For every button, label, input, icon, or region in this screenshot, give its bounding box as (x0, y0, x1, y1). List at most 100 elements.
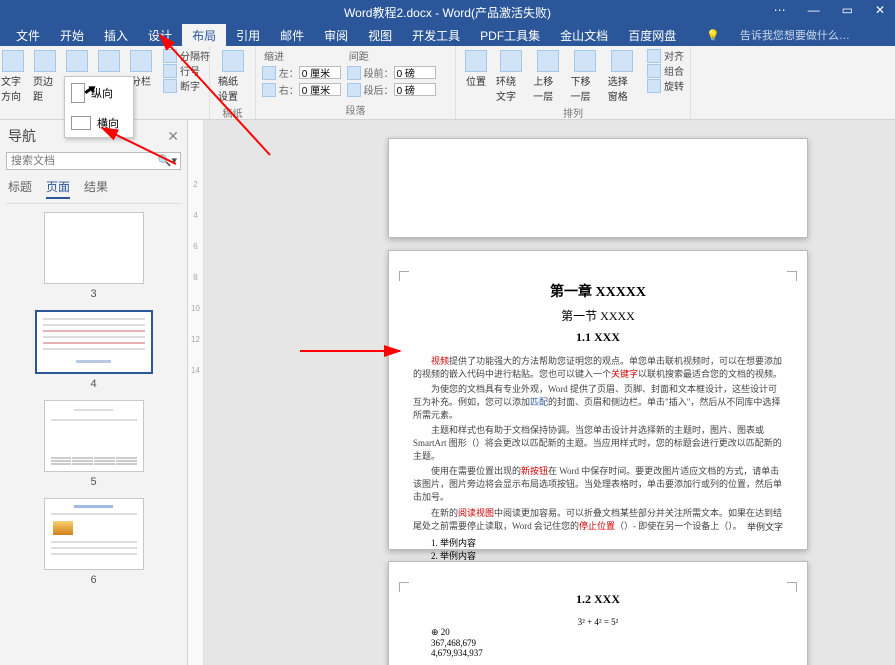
nav-pane-title: 导航 (8, 126, 36, 146)
group-paragraph: 缩进 左： 右： 间距 段前： 段后： 段落 (256, 46, 456, 119)
margins-icon (34, 50, 56, 72)
text-direction-icon (2, 50, 24, 72)
tab-view[interactable]: 视图 (358, 24, 402, 47)
hyphenation-icon (163, 79, 177, 93)
document-area[interactable]: 2 4 6 8 10 12 14 第一章 XXXXX 第一节 XXXX 1.1 … (188, 120, 895, 665)
tell-me-icon: 💡 (706, 29, 720, 42)
line-numbers-icon (163, 64, 177, 78)
nav-tabs: 标题 页面 结果 (6, 176, 181, 204)
nav-tab-pages[interactable]: 页面 (46, 178, 70, 199)
page-4[interactable]: 第一章 XXXXX 第一节 XXXX 1.1 XXX 视频提供了功能强大的方法帮… (388, 250, 808, 550)
tab-design[interactable]: 设计 (138, 24, 182, 47)
tab-pdf[interactable]: PDF工具集 (470, 24, 550, 47)
rotate-button[interactable]: 旋转 (647, 78, 684, 93)
orientation-landscape[interactable]: 横向 (65, 109, 133, 137)
space-after-icon (347, 83, 361, 97)
selection-pane-button[interactable]: 选择窗格 (606, 48, 639, 105)
line-numbers-button[interactable]: 行号 (163, 63, 210, 78)
indent-left-icon (262, 66, 276, 80)
position-icon (465, 50, 487, 72)
crop-mark-icon (787, 582, 797, 592)
breaks-button[interactable]: 分隔符 (163, 48, 210, 63)
tab-file[interactable]: 文件 (6, 24, 50, 47)
vertical-ruler[interactable]: 2 4 6 8 10 12 14 (188, 120, 204, 665)
doc-paragraph: 为使您的文档具有专业外观，Word 提供了页眉、页脚、封面和文本框设计，这些设计… (413, 383, 783, 422)
menu-bar: 文件 开始 插入 设计 布局 引用 邮件 审阅 视图 开发工具 PDF工具集 金… (0, 24, 895, 46)
hyphenation-button[interactable]: 断字 (163, 78, 210, 93)
title-bar: Word教程2.docx - Word(产品激活失败) ⋯ — ▭ ✕ (0, 0, 895, 24)
tab-home[interactable]: 开始 (50, 24, 94, 47)
spacing-label: 间距 (347, 48, 436, 63)
tab-layout[interactable]: 布局 (182, 24, 226, 47)
ribbon: 文字方向 页边距 纸张方向 纸张大小 分栏 分隔符 行号 断字 页面设置 稿纸设… (0, 46, 895, 120)
search-icon[interactable]: 🔍▾ (158, 154, 177, 167)
tell-me-input[interactable]: 告诉我您想要做什么… (740, 27, 850, 43)
doc-paragraph: 在新的阅读视图中阅读更加容易。可以折叠文档某些部分并关注所需文本。如果在达到结尾… (413, 507, 783, 533)
send-backward-button[interactable]: 下移一层 (569, 48, 602, 105)
ribbon-display-icon[interactable]: ⋯ (768, 0, 792, 20)
thumbnail-page-3[interactable] (44, 212, 144, 284)
indent-right-input[interactable] (299, 83, 341, 96)
align-button[interactable]: 对齐 (647, 48, 684, 63)
thumbnail-page-5[interactable] (44, 400, 144, 472)
tab-insert[interactable]: 插入 (94, 24, 138, 47)
group-button[interactable]: 组合 (647, 63, 684, 78)
thumbnail-label-5: 5 (90, 476, 96, 488)
group-manuscript: 稿纸设置 稿纸 (210, 46, 256, 119)
crop-mark-icon (787, 271, 797, 281)
nav-pane-close-icon[interactable]: ✕ (167, 128, 179, 145)
orientation-dropdown: 纵向 横向 (64, 76, 134, 138)
doc-equation: 3² + 4² = 5² (413, 617, 783, 627)
doc-paragraph: 主题和样式也有助于文档保持协调。当您单击设计并选择新的主题时，图片、图表或 Sm… (413, 424, 783, 463)
doc-paragraph: 使用在需要位置出现的新按钮在 Word 中保存时间。要更改图片适应文档的方式，请… (413, 465, 783, 504)
thumbnail-label-6: 6 (90, 574, 96, 586)
align-icon (647, 49, 661, 63)
doc-numbers: ⊕ 20 367,468,679 4,679,934,937 (431, 627, 783, 658)
thumbnail-label-3: 3 (90, 288, 96, 300)
maximize-button[interactable]: ▭ (836, 0, 859, 20)
orientation-portrait[interactable]: 纵向 (65, 77, 133, 109)
tab-jinshan[interactable]: 金山文档 (550, 24, 618, 47)
thumbnails: 3 4 5 (6, 204, 181, 659)
tab-review[interactable]: 审阅 (314, 24, 358, 47)
thumbnail-page-4[interactable] (35, 310, 153, 374)
nav-tab-results[interactable]: 结果 (84, 178, 108, 199)
tab-mailings[interactable]: 邮件 (270, 24, 314, 47)
wrap-text-icon (500, 50, 522, 72)
page-3-partial[interactable] (388, 138, 808, 238)
tab-references[interactable]: 引用 (226, 24, 270, 47)
size-icon (98, 50, 120, 72)
space-before-input[interactable] (394, 66, 436, 79)
orientation-icon (66, 50, 88, 72)
doc-footer-right: 举例文字 (747, 520, 783, 533)
tab-baidu[interactable]: 百度网盘 (618, 24, 686, 47)
doc-heading-3: 1.1 XXX (413, 330, 783, 345)
crop-mark-icon (399, 582, 409, 592)
page-5-partial[interactable]: 1.2 XXX 3² + 4² = 5² ⊕ 20 367,468,679 4,… (388, 561, 808, 665)
space-after-input[interactable] (394, 83, 436, 96)
close-button[interactable]: ✕ (869, 0, 891, 20)
breaks-icon (163, 49, 177, 63)
bring-forward-button[interactable]: 上移一层 (531, 48, 564, 105)
manuscript-button[interactable]: 稿纸设置 (216, 48, 249, 105)
crop-mark-icon (399, 271, 409, 281)
nav-tab-headings[interactable]: 标题 (8, 178, 32, 199)
margins-button[interactable]: 页边距 (31, 48, 59, 105)
window-controls: ⋯ — ▭ ✕ (768, 0, 891, 20)
doc-heading-1: 第一章 XXXXX (413, 281, 783, 301)
doc-heading-3b: 1.2 XXX (413, 592, 783, 607)
space-before-icon (347, 66, 361, 80)
thumbnail-page-6[interactable] (44, 498, 144, 570)
position-button[interactable]: 位置 (462, 48, 490, 90)
wrap-text-button[interactable]: 环绕文字 (494, 48, 527, 105)
group-name-paragraph: 段落 (346, 102, 366, 119)
nav-search-input[interactable] (6, 152, 181, 170)
group-icon (647, 64, 661, 78)
indent-left-input[interactable] (299, 66, 341, 79)
window-title: Word教程2.docx - Word(产品激活失败) (344, 4, 551, 21)
thumbnail-image-icon (53, 521, 73, 535)
minimize-button[interactable]: — (802, 0, 826, 20)
text-direction-button[interactable]: 文字方向 (0, 48, 27, 105)
tab-developer[interactable]: 开发工具 (402, 24, 470, 47)
send-backward-icon (574, 50, 596, 72)
